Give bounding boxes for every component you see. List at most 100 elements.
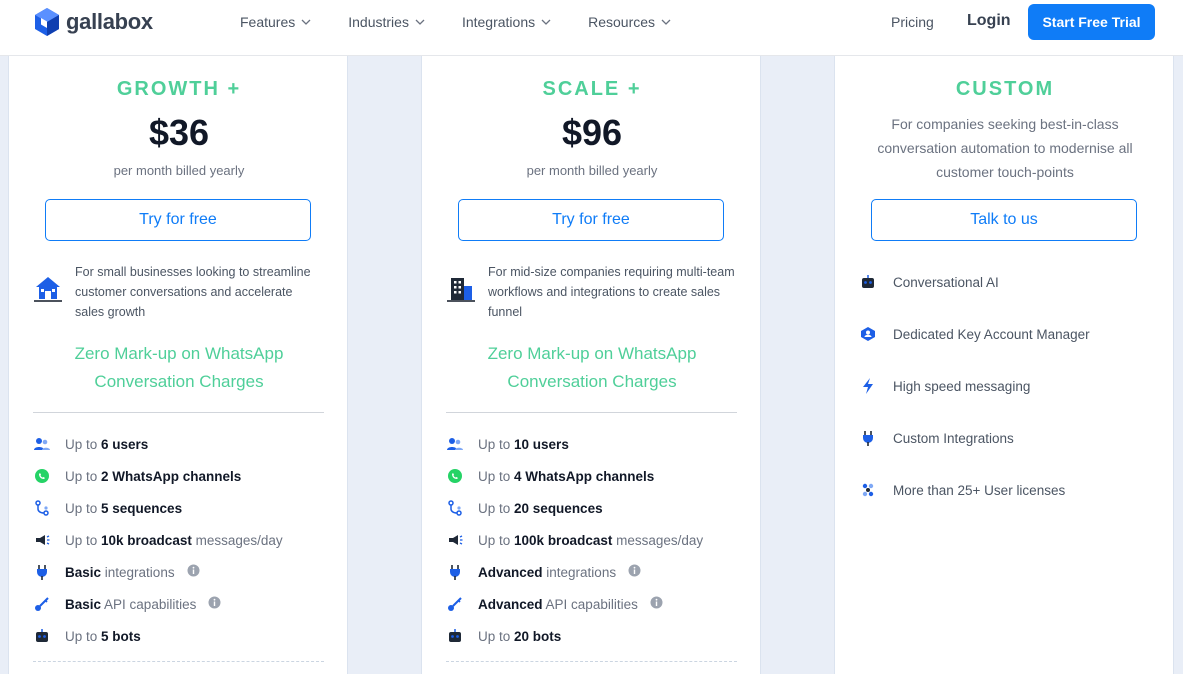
plug-icon [446, 563, 464, 581]
nav-integrations[interactable]: Integrations [462, 14, 552, 30]
gallabox-logo[interactable]: gallabox [34, 7, 153, 37]
nav-menu: Features Industries Integrations Resourc… [240, 0, 708, 44]
info-icon[interactable] [187, 564, 200, 577]
feature-text: More than 25+ User licenses [893, 482, 1066, 498]
feature-users: Up to 6 users [33, 428, 333, 460]
zero-markup-note: Zero Mark-up on WhatsApp Conversation Ch… [9, 340, 349, 396]
broadcast-icon [446, 531, 464, 549]
plan-segment-text: For mid-size companies requiring multi-t… [488, 265, 735, 319]
office-building-icon [447, 278, 475, 302]
plan-card-growth: GROWTH + $36 per month billed yearly Try… [8, 56, 348, 674]
feature-integrations: Advanced integrations [446, 556, 746, 588]
custom-feature-list: Conversational AI Dedicated Key Account … [859, 256, 1159, 516]
nav-industries[interactable]: Industries [348, 14, 426, 30]
dashed-divider [446, 661, 737, 662]
bot-icon [446, 627, 464, 645]
whatsapp-icon [446, 467, 464, 485]
feature-text: Custom Integrations [893, 430, 1014, 446]
feature-broadcast: Up to 100k broadcast messages/day [446, 524, 746, 556]
feature-text: Up to 10k broadcast messages/day [65, 532, 283, 548]
account-manager-icon [859, 325, 877, 343]
feature-custom-integrations: Custom Integrations [859, 412, 1159, 464]
nav-integrations-label: Integrations [461, 14, 536, 30]
nav-resources[interactable]: Resources [588, 14, 672, 30]
lightning-icon [859, 377, 877, 395]
nav-features-label: Features [240, 14, 296, 30]
zero-markup-line-1: Zero Mark-up on WhatsApp [74, 344, 284, 363]
zero-markup-line-2: Conversation Charges [94, 372, 264, 391]
nav-industries-label: Industries [348, 14, 409, 30]
zero-markup-line-2: Conversation Charges [507, 372, 677, 391]
feature-users: Up to 10 users [446, 428, 746, 460]
talk-to-us-button[interactable]: Talk to us [871, 199, 1137, 241]
feature-list: Up to 10 users Up to 4 WhatsApp channels… [446, 428, 746, 652]
feature-sequences: Up to 20 sequences [446, 492, 746, 524]
users-icon [446, 435, 464, 453]
feature-api: Basic API capabilities [33, 588, 333, 620]
plan-segment: For small businesses looking to streamli… [33, 262, 323, 322]
feature-text: Dedicated Key Account Manager [893, 326, 1090, 342]
try-for-free-button[interactable]: Try for free [458, 199, 724, 241]
chevron-down-icon [301, 19, 311, 25]
logo-text: gallabox [66, 9, 153, 34]
plan-segment: For mid-size companies requiring multi-t… [446, 262, 736, 322]
plan-name: SCALE + [542, 78, 642, 100]
info-icon[interactable] [628, 564, 641, 577]
feature-sequences: Up to 5 sequences [33, 492, 333, 524]
nav-login-link[interactable]: Login [967, 12, 1011, 30]
bot-icon [33, 627, 51, 645]
plan-price: $96 [561, 112, 623, 153]
feature-user-licenses: More than 25+ User licenses [859, 464, 1159, 516]
feature-conversational-ai: Conversational AI [859, 256, 1159, 308]
feature-text: Basic integrations [65, 564, 175, 580]
divider [446, 412, 737, 413]
plan-card-scale: SCALE + $96 per month billed yearly Try … [421, 56, 761, 674]
feature-api: Advanced API capabilities [446, 588, 746, 620]
plan-price: $36 [148, 112, 210, 153]
feature-account-manager: Dedicated Key Account Manager [859, 308, 1159, 360]
feature-text: Up to 20 sequences [478, 500, 603, 516]
bot-icon [859, 273, 877, 291]
start-free-trial-button[interactable]: Start Free Trial [1028, 4, 1155, 40]
plan-name: GROWTH + [116, 78, 242, 100]
feature-whatsapp-channels: Up to 4 WhatsApp channels [446, 460, 746, 492]
whatsapp-icon [33, 467, 51, 485]
gallabox-logo-icon [35, 8, 59, 36]
feature-bots: Up to 20 bots [446, 620, 746, 652]
api-key-icon [33, 595, 51, 613]
zero-markup-line-1: Zero Mark-up on WhatsApp [487, 344, 697, 363]
feature-bots: Up to 5 bots [33, 620, 333, 652]
feature-list: Up to 6 users Up to 2 WhatsApp channels … [33, 428, 333, 652]
top-navbar: gallabox Features Industries Integration… [0, 0, 1183, 56]
api-key-icon [446, 595, 464, 613]
plug-icon [33, 563, 51, 581]
feature-text: Up to 6 users [65, 436, 149, 452]
sequences-icon [33, 499, 51, 517]
divider [33, 412, 324, 413]
broadcast-icon [33, 531, 51, 549]
nav-pricing-link[interactable]: Pricing [891, 14, 934, 30]
nav-features[interactable]: Features [240, 14, 312, 30]
info-icon[interactable] [650, 596, 663, 609]
zero-markup-note: Zero Mark-up on WhatsApp Conversation Ch… [422, 340, 762, 396]
nav-resources-label: Resources [588, 14, 656, 30]
users-icon [33, 435, 51, 453]
feature-text: Up to 100k broadcast messages/day [478, 532, 704, 548]
feature-text: Basic API capabilities [65, 596, 197, 612]
feature-integrations: Basic integrations [33, 556, 333, 588]
chevron-down-icon [415, 19, 425, 25]
feature-text: Up to 5 bots [65, 628, 141, 644]
sequences-icon [446, 499, 464, 517]
feature-broadcast: Up to 10k broadcast messages/day [33, 524, 333, 556]
feature-text: Up to 2 WhatsApp channels [65, 468, 242, 484]
billing-note: per month billed yearly [113, 163, 245, 178]
feature-text: Up to 10 users [478, 436, 569, 452]
feature-high-speed: High speed messaging [859, 360, 1159, 412]
feature-text: Conversational AI [893, 274, 999, 290]
feature-whatsapp-channels: Up to 2 WhatsApp channels [33, 460, 333, 492]
plan-description: For companies seeking best-in-class conv… [877, 116, 1133, 180]
info-icon[interactable] [208, 596, 221, 609]
feature-text: High speed messaging [893, 378, 1031, 394]
billing-note: per month billed yearly [526, 163, 658, 178]
try-for-free-button[interactable]: Try for free [45, 199, 311, 241]
